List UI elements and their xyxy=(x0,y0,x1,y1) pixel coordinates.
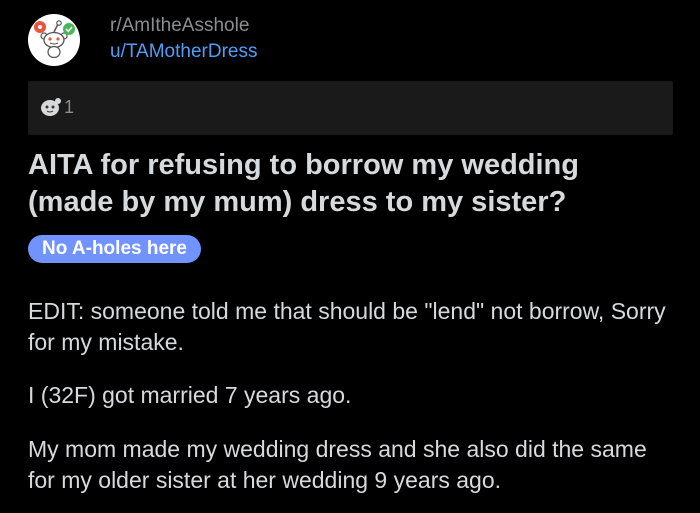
post-body-paragraph: I (32F) got married 7 years ago. xyxy=(28,382,352,408)
post-meta: r/AmItheAsshole u/TAMotherDress xyxy=(110,14,257,65)
award-item[interactable]: 1 xyxy=(38,96,74,118)
award-bar: 1 xyxy=(28,81,673,135)
post-title[interactable]: AITA for refusing to borrow my wedding (… xyxy=(28,147,668,221)
post-header: r/AmItheAsshole u/TAMotherDress xyxy=(28,14,257,66)
avatar[interactable] xyxy=(28,14,80,66)
post-flair[interactable]: No A-holes here xyxy=(28,235,201,263)
post-body-paragraph: My mom made my wedding dress and she als… xyxy=(28,436,647,493)
username-link[interactable]: u/TAMotherDress xyxy=(110,38,257,65)
subreddit-link[interactable]: r/AmItheAsshole xyxy=(110,14,257,38)
award-icon xyxy=(41,98,61,116)
award-count: 1 xyxy=(64,97,75,117)
post-body-paragraph: EDIT: someone told me that should be "le… xyxy=(28,298,666,355)
reddit-snoo-icon xyxy=(34,20,75,59)
